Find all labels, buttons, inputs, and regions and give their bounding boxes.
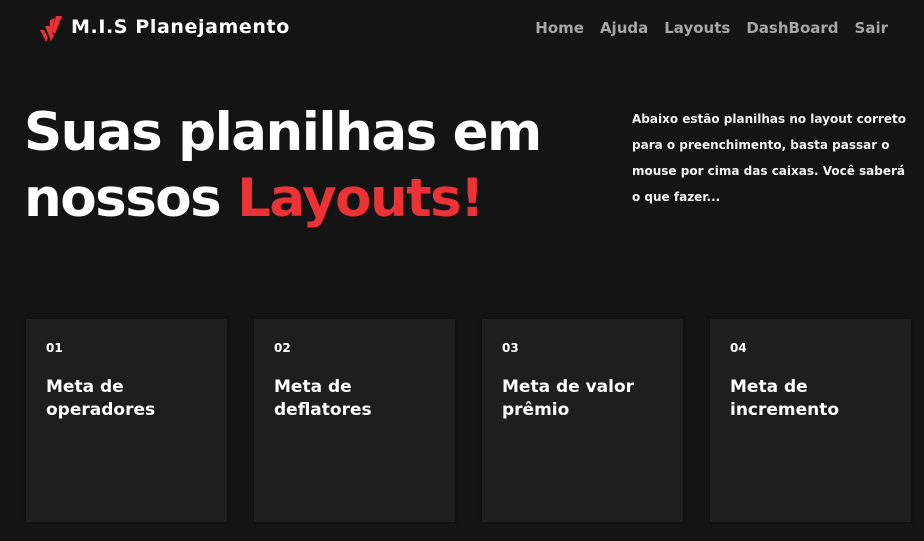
card-meta-incremento[interactable]: 04 Meta de incremento [710,319,911,522]
card-title: Meta de operadores [46,377,156,420]
nav-ajuda[interactable]: Ajuda [600,19,648,37]
hero-title-accent: Layouts! [237,168,484,229]
card-meta-valor-premio[interactable]: 03 Meta de valor prêmio [482,319,683,522]
hero-title: Suas planilhas em nossos Layouts! [24,100,542,232]
card-meta-operadores[interactable]: 01 Meta de operadores [26,319,227,522]
card-title: Meta de deflatores [274,377,372,420]
card-title: Meta de valor prêmio [502,377,635,420]
card-meta-deflatores[interactable]: 02 Meta de deflatores [254,319,455,522]
card-number: 02 [274,341,291,355]
card-number: 01 [46,341,63,355]
hero-title-line2-prefix: nossos [24,168,238,229]
nav-dashboard[interactable]: DashBoard [746,19,838,37]
card-number: 03 [502,341,519,355]
brand-name[interactable]: M.I.S Planejamento [71,16,290,38]
nav-layouts[interactable]: Layouts [664,19,730,37]
nav-sair[interactable]: Sair [855,19,888,37]
page: M.I.S Planejamento Home Ajuda Layouts Da… [0,0,924,541]
main-nav: Home Ajuda Layouts DashBoard Sair [535,19,888,37]
hero-description: Abaixo estão planilhas no layout correto… [632,112,906,204]
nav-home[interactable]: Home [535,19,584,37]
red-stripes-logo-icon[interactable] [38,14,64,44]
hero-title-line1: Suas planilhas em [24,102,542,163]
card-title: Meta de incremento [730,377,840,420]
card-number: 04 [730,341,747,355]
